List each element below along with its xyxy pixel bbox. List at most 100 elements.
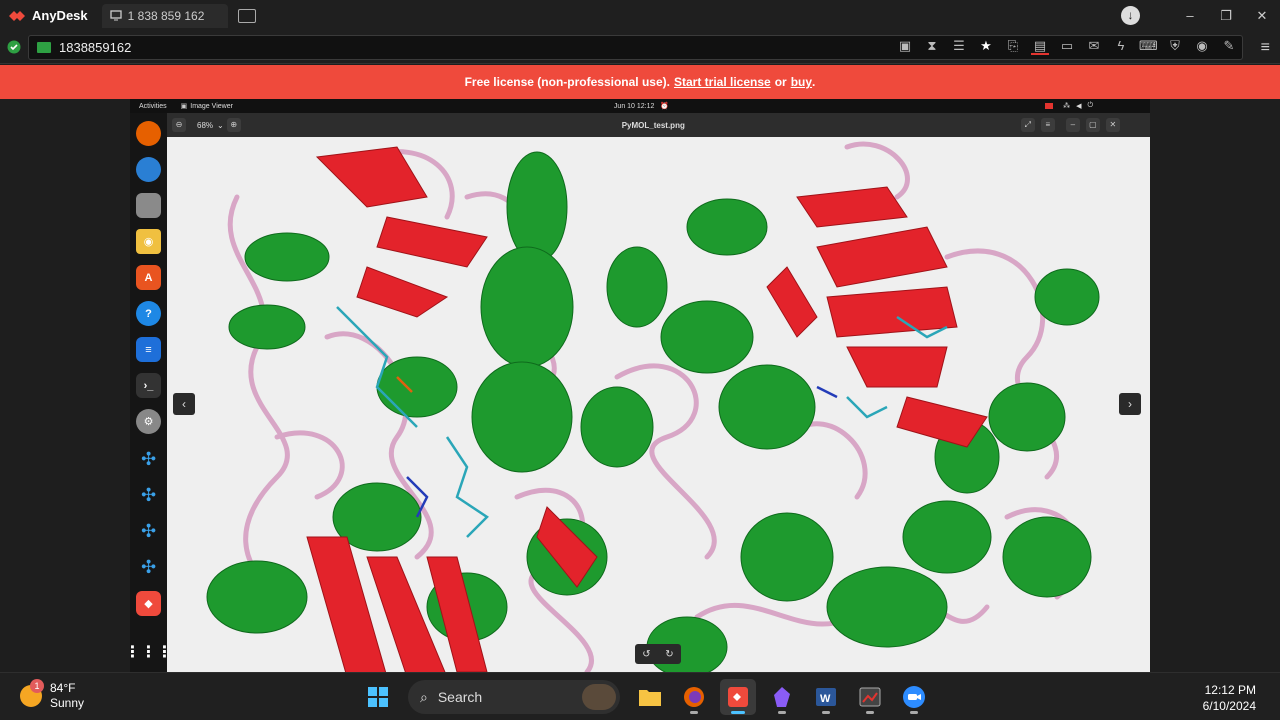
- minimize-button[interactable]: –: [1172, 8, 1208, 23]
- menu-icon[interactable]: ≡: [1261, 39, 1270, 57]
- weather-condition: Sunny: [50, 696, 85, 710]
- fullscreen-icon[interactable]: ⤢: [1020, 118, 1035, 132]
- anydesk-titlebar: AnyDesk 1 838 859 162 ↓ – ❐ ✕: [0, 0, 1280, 31]
- new-tab-icon[interactable]: [237, 8, 256, 23]
- protein-image: ‹ ›: [167, 137, 1150, 672]
- anydesk-dock-icon[interactable]: ◆: [136, 591, 161, 616]
- favorite-star-icon[interactable]: ★: [977, 37, 995, 55]
- next-image-button[interactable]: ›: [1119, 393, 1141, 415]
- gnome-top-bar: Activities ▣ Image Viewer Jun 10 12:12 ⏰…: [130, 99, 1150, 113]
- software-icon[interactable]: A: [136, 265, 161, 290]
- database-icon[interactable]: ☰: [950, 37, 968, 55]
- terminal-icon[interactable]: ›_: [136, 373, 161, 398]
- weather-temp: 84°F: [50, 681, 76, 695]
- start-trial-link[interactable]: Start trial license: [674, 75, 771, 89]
- pymol-icon[interactable]: ✣: [136, 555, 161, 580]
- rhythmbox-icon[interactable]: ◉: [136, 229, 161, 254]
- files-icon[interactable]: [136, 193, 161, 218]
- download-icon[interactable]: ↓: [1121, 6, 1140, 25]
- notification-badge: 1: [30, 679, 44, 693]
- record-indicator-icon: [1045, 103, 1054, 109]
- image-filename: PyMOL_test.png: [621, 120, 685, 130]
- zoom-icon[interactable]: [896, 679, 932, 715]
- zoom-out-icon[interactable]: ⊖: [172, 118, 186, 132]
- search-label: Search: [437, 689, 483, 705]
- anydesk-logo: AnyDesk: [8, 8, 88, 23]
- previous-image-button[interactable]: ‹: [173, 393, 195, 415]
- running-indicator: [910, 711, 918, 714]
- windows-taskbar: 1 84°F Sunny ⌕ Search W 12:12 PM 6/10/20…: [0, 672, 1280, 720]
- hourglass-icon[interactable]: ⧗: [923, 37, 941, 55]
- anydesk-logo-icon: [9, 10, 25, 21]
- firefox-taskbar-icon[interactable]: [676, 679, 712, 715]
- pymol-icon[interactable]: ✣: [136, 519, 161, 544]
- clock-time: 12:12 PM: [1204, 683, 1256, 697]
- maximize-icon[interactable]: ▢: [1085, 118, 1100, 132]
- buy-link[interactable]: buy: [791, 75, 812, 89]
- word-icon[interactable]: W: [808, 679, 844, 715]
- system-clock[interactable]: 12:12 PM 6/10/2024: [1203, 682, 1256, 714]
- settings-icon[interactable]: ⚙: [136, 409, 161, 434]
- taskbar-apps: ⌕ Search W: [360, 679, 932, 715]
- session-tab-label: 1 838 859 162: [127, 8, 205, 23]
- file-explorer-icon[interactable]: [632, 679, 668, 715]
- weather-widget[interactable]: 1 84°F Sunny: [20, 679, 85, 711]
- shield-icon[interactable]: ⛨: [1166, 37, 1184, 55]
- banner-period: .: [812, 75, 816, 89]
- taskbar-search[interactable]: ⌕ Search: [408, 680, 620, 714]
- draw-pen-icon[interactable]: ✎: [1220, 37, 1238, 55]
- zoom-dropdown-chevron-icon[interactable]: ⌄: [217, 121, 224, 130]
- pymol-icon[interactable]: ✣: [136, 483, 161, 508]
- display-icon[interactable]: ▤: [1031, 37, 1049, 55]
- pymol-icon[interactable]: ✣: [136, 447, 161, 472]
- obsidian-icon[interactable]: [764, 679, 800, 715]
- svg-text:W: W: [820, 693, 831, 705]
- banner-or: or: [774, 75, 787, 89]
- active-indicator: [731, 711, 745, 714]
- firefox-icon[interactable]: [136, 121, 161, 146]
- rotate-right-icon[interactable]: ↻: [665, 649, 673, 660]
- image-tool-icon[interactable]: [852, 679, 888, 715]
- session-toolbar: ▣ ⧗ ☰ ★ ⎘ ▤ ▭ ✉ ϟ ⌨ ⛨ ◉ ✎: [896, 37, 1238, 55]
- privacy-icon[interactable]: ▣: [896, 37, 914, 55]
- maximize-button[interactable]: ❐: [1208, 8, 1244, 24]
- network-icon[interactable]: ⁂: [1063, 102, 1070, 110]
- search-icon: ⌕: [420, 688, 428, 705]
- close-icon[interactable]: ✕: [1105, 118, 1120, 132]
- running-indicator: [690, 711, 698, 714]
- alarm-icon: ⏰: [660, 103, 670, 110]
- menu-icon[interactable]: ≡: [1040, 118, 1055, 132]
- app-menu-label[interactable]: Image Viewer: [190, 103, 233, 110]
- thunderbird-icon[interactable]: [136, 157, 161, 182]
- license-banner: Free license (non-professional use). Sta…: [0, 65, 1280, 99]
- writer-icon[interactable]: ≡: [136, 337, 161, 362]
- close-button[interactable]: ✕: [1244, 8, 1280, 24]
- monitor-select-icon[interactable]: ▭: [1058, 37, 1076, 55]
- chat-icon[interactable]: ✉: [1085, 37, 1103, 55]
- activities-button[interactable]: Activities: [139, 103, 167, 110]
- keyboard-icon[interactable]: ⌨: [1139, 37, 1158, 55]
- gnome-clock[interactable]: Jun 10 12:12: [614, 103, 654, 110]
- file-transfer-icon[interactable]: ⎘: [1004, 37, 1022, 55]
- banner-text: Free license (non-professional use).: [464, 75, 670, 89]
- ubuntu-dock: ◉ A ? ≡ ›_ ⚙ ✣ ✣ ✣ ✣ ◆ ⋮⋮⋮: [130, 113, 173, 672]
- help-icon[interactable]: ?: [136, 301, 161, 326]
- minimize-icon[interactable]: –: [1065, 118, 1080, 132]
- volume-icon[interactable]: ◀: [1076, 102, 1081, 110]
- sunny-weather-icon: 1: [20, 679, 44, 707]
- remote-screen[interactable]: Activities ▣ Image Viewer Jun 10 12:12 ⏰…: [130, 99, 1150, 672]
- running-indicator: [778, 711, 786, 714]
- anydesk-taskbar-icon[interactable]: [720, 679, 756, 715]
- show-apps-icon[interactable]: ⋮⋮⋮: [130, 639, 173, 664]
- remote-desk-icon: [37, 41, 51, 53]
- protein-cartoon: [167, 137, 1150, 672]
- actions-lightning-icon[interactable]: ϟ: [1112, 37, 1130, 55]
- session-tab[interactable]: 1 838 859 162: [101, 3, 228, 28]
- record-icon[interactable]: ◉: [1193, 37, 1211, 55]
- rotate-left-icon[interactable]: ↺: [642, 649, 650, 660]
- windows-start-icon[interactable]: [360, 679, 396, 715]
- power-icon[interactable]: ⏻: [1088, 102, 1094, 110]
- monitor-icon: [109, 10, 122, 21]
- zoom-level[interactable]: 68%: [197, 121, 213, 130]
- zoom-in-icon[interactable]: ⊕: [226, 118, 241, 132]
